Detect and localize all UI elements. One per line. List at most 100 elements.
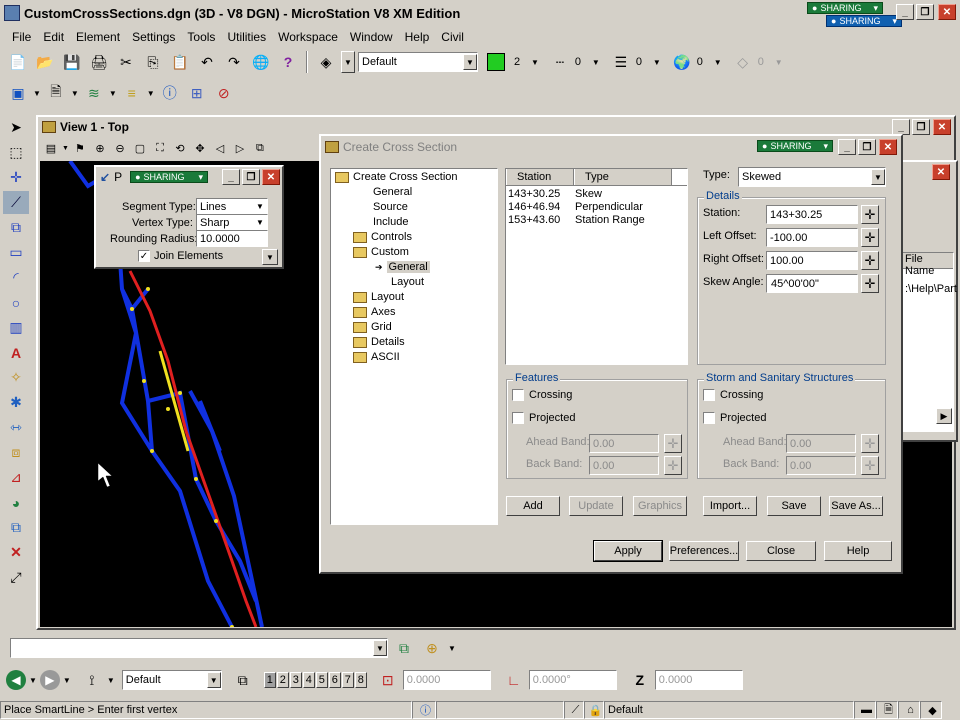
storm-crossing-option[interactable]: Crossing: [703, 389, 763, 401]
sharing-badge-top[interactable]: ● SHARING ▾: [807, 2, 883, 14]
station-locate-icon[interactable]: ✛: [861, 205, 879, 224]
window-cube-icon[interactable]: ▣: [6, 81, 30, 105]
features-projected-option[interactable]: Projected: [512, 412, 575, 424]
chevron-down-icon[interactable]: ▼: [71, 89, 79, 98]
measure-icon[interactable]: ⇿: [3, 416, 29, 439]
minimize-button[interactable]: _: [896, 4, 914, 20]
menu-utilities[interactable]: Utilities: [227, 30, 266, 44]
tree-item-include[interactable]: Include: [373, 216, 408, 228]
features-crossing-checkbox[interactable]: [512, 389, 524, 401]
tree-item-grid[interactable]: Grid: [353, 321, 392, 333]
view-next-icon[interactable]: ▷: [231, 139, 249, 157]
menu-settings[interactable]: Settings: [132, 30, 175, 44]
sharing-badge-sub[interactable]: ● SHARING ▾: [826, 15, 902, 27]
tree-item-details[interactable]: Details: [353, 336, 405, 348]
storm-back-band-input[interactable]: 0.00: [786, 456, 856, 475]
copy-icon[interactable]: ⎘: [141, 50, 165, 74]
tree-item-create-cross-section[interactable]: Create Cross Section: [335, 171, 458, 183]
view-attributes-icon[interactable]: ▤: [42, 139, 60, 157]
view-previous-icon[interactable]: ◁: [211, 139, 229, 157]
graphics-button[interactable]: Graphics: [633, 496, 687, 516]
segment-type-select[interactable]: Lines ▼: [196, 198, 268, 215]
info-icon[interactable]: ⓘ: [412, 701, 436, 719]
tree-item-custom-general[interactable]: ➔ General: [375, 261, 430, 273]
storm-back-locate-icon[interactable]: ✛: [861, 456, 879, 475]
zoom-out-icon[interactable]: ⊖: [111, 139, 129, 157]
save-status-icon[interactable]: ▬: [854, 701, 876, 719]
group-icon[interactable]: ⧉: [3, 516, 29, 539]
save-disk-icon[interactable]: 💾: [60, 50, 84, 74]
angle-lock-icon[interactable]: ∟: [502, 668, 526, 692]
chevron-down-icon[interactable]: ▼: [592, 58, 600, 67]
smartline-restore-button[interactable]: ❐: [242, 169, 260, 185]
menu-edit[interactable]: Edit: [43, 30, 64, 44]
sharing-badge-dialog[interactable]: ● SHARING ▾: [130, 171, 209, 183]
menu-tools[interactable]: Tools: [187, 30, 215, 44]
chevron-down-icon[interactable]: ▼: [33, 89, 41, 98]
rounding-radius-input[interactable]: 10.0000: [196, 230, 268, 247]
open-folder-icon[interactable]: 📂: [33, 50, 57, 74]
info-icon[interactable]: ⓘ: [158, 81, 182, 105]
view-restore-button[interactable]: ❐: [912, 119, 930, 135]
tree-item-layout[interactable]: Layout: [353, 291, 404, 303]
smartline-close-button[interactable]: ✕: [262, 169, 280, 185]
line-weight-icon[interactable]: ☰: [609, 50, 633, 74]
print-icon[interactable]: 🖨: [87, 50, 111, 74]
chevron-down-icon[interactable]: ▼: [147, 89, 155, 98]
transparency-icon[interactable]: ◇: [731, 50, 755, 74]
sharing-badge-cross-section[interactable]: ● SHARING ▾: [757, 140, 833, 152]
close-dialog-button[interactable]: Close: [746, 541, 816, 561]
view-8-button[interactable]: 8: [354, 672, 367, 688]
apply-button[interactable]: Apply: [593, 540, 663, 562]
dimension-icon[interactable]: ✧: [3, 366, 29, 389]
active-level-select[interactable]: Default ▼: [358, 52, 478, 72]
left-offset-locate-icon[interactable]: ✛: [861, 228, 879, 247]
chevron-down-icon[interactable]: ▼: [775, 58, 783, 67]
preferences-button[interactable]: Preferences...: [669, 541, 739, 561]
z-input[interactable]: 0.0000: [654, 670, 743, 690]
tree-item-source[interactable]: Source: [373, 201, 408, 213]
copy-view-icon[interactable]: ⧉: [251, 139, 269, 157]
polygon-icon[interactable]: ⧉: [3, 216, 29, 239]
save-button[interactable]: Save: [767, 496, 821, 516]
station-list[interactable]: Station Type 143+30.25 Skew 146+46.94 Perp…: [505, 168, 688, 365]
model-icon[interactable]: ⌂: [898, 701, 920, 719]
level-manager-icon[interactable]: ◈: [314, 50, 338, 74]
undo-icon[interactable]: ↶: [195, 50, 219, 74]
help-question-icon[interactable]: ?: [276, 50, 300, 74]
chevron-down-icon[interactable]: ▼: [531, 58, 539, 67]
menu-help[interactable]: Help: [405, 30, 430, 44]
right-offset-locate-icon[interactable]: ✛: [861, 251, 879, 270]
background-list[interactable]: File Name :\Help\Part: [902, 252, 957, 432]
features-back-band-input[interactable]: 0.00: [589, 456, 659, 475]
point-icon[interactable]: ✛: [3, 166, 29, 189]
view-minimize-button[interactable]: _: [892, 119, 910, 135]
fence-icon[interactable]: ⬚: [3, 141, 29, 164]
tree-item-ascii[interactable]: ASCII: [353, 351, 400, 363]
view-groups-icon[interactable]: ⧉: [231, 668, 255, 692]
menu-civil[interactable]: Civil: [441, 30, 464, 44]
storm-crossing-checkbox[interactable]: [703, 389, 715, 401]
restore-button[interactable]: ❐: [916, 4, 934, 20]
chevron-down-icon[interactable]: ▼: [341, 51, 355, 73]
cross-section-minimize-button[interactable]: _: [838, 139, 856, 155]
features-ahead-band-input[interactable]: 0.00: [589, 434, 659, 453]
features-back-locate-icon[interactable]: ✛: [664, 456, 682, 475]
paste-icon[interactable]: 📋: [168, 50, 192, 74]
snap-mode-icon[interactable]: ⊕: [420, 636, 444, 660]
cross-section-restore-button[interactable]: ❐: [858, 139, 876, 155]
view-6-button[interactable]: 6: [328, 672, 341, 688]
station-row[interactable]: 143+30.25 Skew: [508, 188, 687, 201]
stack-icon[interactable]: ≡: [120, 81, 144, 105]
back-arrow-icon[interactable]: ◀: [6, 670, 26, 690]
distance-lock-icon[interactable]: ⊡: [376, 668, 400, 692]
key-in-field[interactable]: ▼: [10, 638, 388, 658]
rectangle-icon[interactable]: ▭: [3, 241, 29, 264]
view-close-button[interactable]: ✕: [933, 119, 951, 135]
zoom-in-icon[interactable]: ⊕: [91, 139, 109, 157]
station-input[interactable]: 143+30.25: [766, 205, 858, 224]
skew-angle-input[interactable]: 45^00'00": [766, 274, 858, 293]
snap-status-icon[interactable]: ⟋: [564, 701, 584, 719]
chevron-down-icon[interactable]: ▼: [653, 58, 661, 67]
forward-arrow-icon[interactable]: ▶: [39, 670, 60, 690]
